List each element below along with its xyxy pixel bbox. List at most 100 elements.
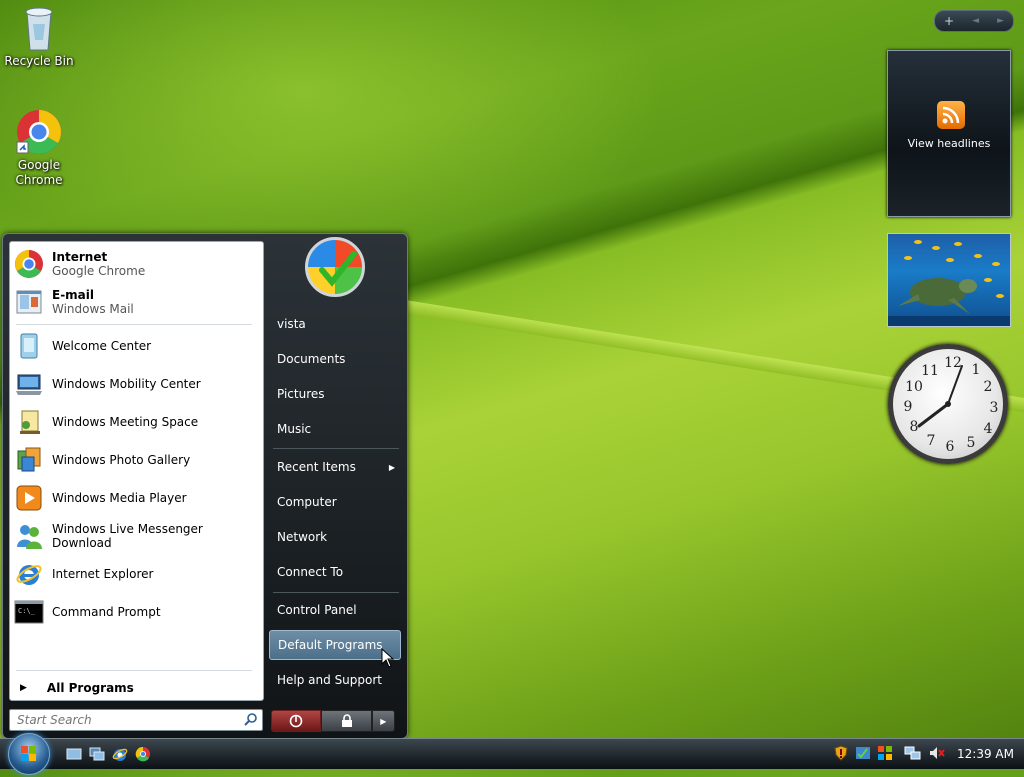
slideshow-gadget[interactable] (887, 233, 1011, 327)
right-item-label: Pictures (277, 387, 325, 401)
chrome-icon[interactable] (135, 746, 151, 762)
right-item-documents[interactable]: Documents (269, 344, 401, 374)
program-meeting-space[interactable]: Windows Meeting Space (14, 404, 258, 440)
mobility-center-icon (14, 369, 44, 399)
mouse-cursor (381, 648, 395, 668)
network-icon[interactable] (904, 745, 922, 764)
right-item-label: Computer (277, 495, 337, 509)
right-item-network[interactable]: Network (269, 522, 401, 552)
right-item-recent-items[interactable]: Recent Items ▶ (269, 452, 401, 482)
program-media-player[interactable]: Windows Media Player (14, 480, 258, 516)
command-prompt-icon: C:\_ (14, 597, 44, 627)
windows-update-icon[interactable] (877, 745, 893, 764)
pinned-title: Internet (52, 250, 108, 264)
program-photo-gallery[interactable]: Windows Photo Gallery (14, 442, 258, 478)
shutdown-options-button[interactable]: ▶ (371, 710, 395, 732)
volume-muted-icon[interactable] (928, 745, 946, 764)
sea-turtle-photo (888, 240, 1010, 326)
right-item-label: vista (277, 317, 306, 331)
mail-icon (14, 287, 44, 317)
right-item-music[interactable]: Music (269, 414, 401, 444)
photo-gallery-icon (14, 445, 44, 475)
feed-headlines-gadget[interactable]: View headlines (887, 50, 1011, 217)
program-label: Windows Photo Gallery (52, 453, 191, 467)
chrome-icon (14, 249, 44, 279)
start-menu-programs-pane: Internet Google Chrome E-mail Windows Mail… (9, 241, 264, 701)
program-internet-explorer[interactable]: Internet Explorer (14, 556, 258, 592)
start-search-input[interactable] (15, 712, 239, 728)
windows-logo-icon (21, 746, 36, 761)
right-item-control-panel[interactable]: Control Panel (269, 595, 401, 625)
program-label: Windows Media Player (52, 491, 187, 505)
separator (16, 670, 252, 671)
desktop-icon-label: Recycle Bin (4, 54, 74, 68)
right-item-pictures[interactable]: Pictures (269, 379, 401, 409)
chrome-icon (15, 108, 63, 156)
desktop-icon-recycle-bin[interactable]: Recycle Bin (1, 4, 77, 69)
pinned-subtitle: Google Chrome (52, 264, 146, 278)
desktop-icon-google-chrome[interactable]: Google Chrome (1, 108, 77, 188)
program-welcome-center[interactable]: Welcome Center (14, 328, 258, 364)
pinned-internet[interactable]: Internet Google Chrome (14, 246, 258, 282)
power-icon (289, 714, 303, 728)
show-desktop-icon[interactable] (66, 746, 82, 762)
program-label: Windows Meeting Space (52, 415, 199, 429)
switch-windows-icon[interactable] (89, 746, 105, 762)
internet-explorer-icon[interactable] (112, 746, 128, 762)
media-player-icon (14, 483, 44, 513)
clock-gadget[interactable]: 12 1 2 3 4 5 6 7 8 9 10 11 (888, 344, 1008, 464)
previous-gadget-page-button[interactable]: ◄ (972, 16, 979, 26)
security-shield-icon[interactable] (833, 744, 849, 764)
pinned-subtitle: Windows Mail (52, 302, 134, 316)
rss-icon (937, 101, 965, 129)
right-item-label: Connect To (277, 565, 344, 579)
gadget-controls: + ◄ ► (934, 10, 1014, 32)
taskbar: 12:39 AM (0, 733, 1024, 775)
next-gadget-page-button[interactable]: ► (997, 16, 1004, 26)
right-item-label: Network (277, 530, 328, 544)
right-item-connect-to[interactable]: Connect To (269, 557, 401, 587)
power-controls: ▶ (271, 710, 395, 732)
right-item-label: Control Panel (277, 603, 357, 617)
chevron-right-icon: ▶ (388, 462, 395, 472)
view-headlines-link[interactable]: View headlines (888, 137, 1010, 150)
program-label: Windows Live Messenger Download (52, 522, 203, 550)
right-item-label: Music (277, 422, 312, 436)
all-programs-label: All Programs (46, 681, 134, 695)
internet-explorer-icon (14, 559, 44, 589)
right-item-label: Help and Support (277, 673, 382, 687)
lock-button[interactable] (321, 710, 372, 732)
meeting-space-icon (14, 407, 44, 437)
program-live-messenger-download[interactable]: Windows Live Messenger Download (14, 518, 258, 554)
right-item-label: Default Programs (278, 638, 383, 652)
triangle-right-icon: ▶ (20, 683, 27, 693)
pinned-title: E-mail (52, 288, 95, 302)
program-label: Internet Explorer (52, 567, 154, 581)
windows-security-alerts-icon[interactable] (855, 745, 871, 764)
program-mobility-center[interactable]: Windows Mobility Center (14, 366, 258, 402)
welcome-center-icon (14, 331, 44, 361)
right-item-label: Recent Items (277, 460, 356, 474)
separator (273, 592, 399, 593)
program-label: Windows Mobility Center (52, 377, 201, 391)
power-button[interactable] (271, 710, 322, 732)
right-item-help-and-support[interactable]: Help and Support (269, 665, 401, 695)
separator (273, 448, 399, 449)
right-item-user-folder[interactable]: vista (269, 309, 401, 339)
taskbar-clock[interactable]: 12:39 AM (957, 747, 1014, 761)
program-command-prompt[interactable]: C:\_ Command Prompt (14, 594, 258, 630)
all-programs-button[interactable]: ▶ All Programs (14, 679, 258, 697)
user-picture[interactable] (305, 237, 365, 297)
add-gadget-button[interactable]: + (944, 14, 954, 28)
chevron-right-icon: ▶ (380, 716, 387, 726)
separator (16, 324, 252, 325)
right-item-label: Documents (277, 352, 346, 366)
notification-area: 12:39 AM (830, 739, 1024, 769)
right-item-computer[interactable]: Computer (269, 487, 401, 517)
start-button[interactable] (8, 733, 50, 775)
lock-icon (341, 714, 352, 727)
start-search-box[interactable] (9, 709, 263, 731)
clock-hands (917, 365, 963, 428)
pinned-email[interactable]: E-mail Windows Mail (14, 284, 258, 320)
start-menu: Internet Google Chrome E-mail Windows Mail… (2, 233, 408, 739)
